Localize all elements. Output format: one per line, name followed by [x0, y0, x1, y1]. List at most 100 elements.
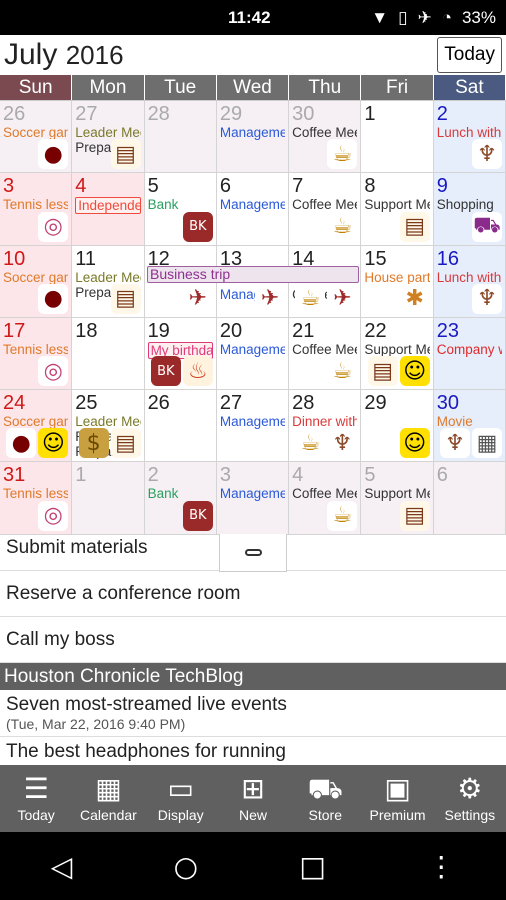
day-cell[interactable]: 27Leader MeetingPreparation▤ [72, 101, 145, 174]
day-cell[interactable]: 23 Company w [433, 317, 506, 391]
month-title[interactable]: July 2016 [4, 38, 124, 72]
day-cell[interactable]: 15House party✱ [361, 245, 434, 318]
toolbar-new-button[interactable]: ⊞ New [217, 765, 289, 832]
day-cell[interactable]: 4Coffee Meeting☕ [289, 462, 362, 535]
toolbar-today-button[interactable]: ☰ Today [0, 765, 72, 832]
day-cell[interactable]: 8Support Meeting▤ [361, 173, 434, 246]
day-cell[interactable]: 26 [144, 390, 217, 463]
day-cell[interactable]: 6Management [216, 173, 290, 246]
event-label[interactable]: Support Meeting [364, 342, 429, 357]
event-label[interactable]: Lunch with [437, 270, 502, 285]
plus-icon: ⊞ [241, 772, 265, 805]
day-cell[interactable]: 5Support Meeting▤ [361, 462, 434, 535]
day-cell[interactable]: 22Support Meeting▤☺ [361, 317, 434, 391]
day-cell[interactable]: 28 [144, 101, 217, 174]
event-label[interactable]: Coffee Meeting [292, 125, 357, 140]
event-label[interactable]: Leader Meeting [75, 125, 140, 140]
day-cell[interactable]: 11Leader MeetingPreparation▤ [72, 245, 145, 318]
day-cell[interactable]: 24Soccer game●☺ [0, 390, 73, 463]
event-label[interactable]: Support Meeting [364, 197, 429, 212]
event-label[interactable]: Management [220, 414, 285, 429]
event-label[interactable]: Management [220, 486, 285, 501]
event-label[interactable]: House party [364, 270, 429, 285]
toolbar-settings-button[interactable]: ⚙ Settings [434, 765, 506, 832]
event-label[interactable]: Bank [148, 486, 213, 501]
day-cell[interactable]: 5 Bank BK [144, 173, 217, 246]
day-cell[interactable]: 30 Movie ♆ ▦ [433, 390, 506, 463]
toolbar-display-button[interactable]: ▭ Display [145, 765, 217, 832]
home-icon[interactable]: ○ [174, 850, 198, 883]
resize-handle[interactable] [219, 534, 287, 572]
day-cell[interactable]: 29 ☺ [361, 390, 434, 463]
day-cell[interactable]: 31Tennis lesson◎ [0, 462, 73, 535]
day-cell[interactable]: 17Tennis lesson◎ [0, 317, 73, 391]
event-label[interactable]: Shopping [437, 197, 502, 212]
day-cell[interactable]: 28 Dinner with ☕ ♆ [289, 390, 362, 463]
day-cell[interactable]: 3Tennis lesson◎ [0, 173, 73, 246]
toolbar-calendar-button[interactable]: ▦ Calendar [72, 765, 144, 832]
event-label[interactable]: Dinner with [292, 414, 357, 429]
book-icon: ▤ [110, 283, 141, 314]
day-cell[interactable]: 16 Lunch with ♆ [433, 245, 506, 318]
event-label[interactable]: Company w [437, 342, 502, 357]
day-cell[interactable]: 26Soccer game● [0, 101, 73, 174]
day-cell[interactable]: 2 Lunch with ♆ [433, 101, 506, 174]
cutlery-icon: ♆ [471, 139, 502, 170]
day-number: 26 [147, 392, 170, 415]
event-icons: BK [182, 211, 213, 242]
news-item[interactable]: The best headphones for running [0, 737, 506, 768]
event-label[interactable]: Leader Meeting [75, 414, 140, 429]
day-cell[interactable]: 7Coffee Meeting☕ [289, 173, 362, 246]
day-cell[interactable]: 2 Bank BK [144, 462, 217, 535]
event-label[interactable]: Leader Meeting [75, 270, 140, 285]
event-label[interactable]: Independence Day [75, 197, 141, 215]
event-label[interactable]: Movie [437, 414, 502, 429]
day-cell[interactable]: 4Independence Day [72, 173, 145, 246]
event-label[interactable]: Management [220, 125, 285, 140]
day-cell[interactable]: 19My birthdayBK♨ [144, 317, 217, 391]
task-item[interactable]: Call my boss [0, 617, 506, 663]
event-business-trip[interactable]: Business trip [147, 266, 359, 283]
smile-icon: ☺ [399, 356, 430, 387]
event-label[interactable]: Tennis lesson [3, 486, 68, 501]
day-cell[interactable]: 20Management [216, 317, 290, 391]
event-label[interactable]: Coffee Meeting [292, 486, 357, 501]
event-label[interactable]: Tennis lesson [3, 342, 68, 357]
day-cell[interactable]: 1 [72, 462, 145, 535]
day-cell[interactable]: 9 Shopping ⛟ [433, 173, 506, 246]
day-cell[interactable]: 6 [433, 462, 506, 535]
event-label[interactable]: Soccer game [3, 125, 68, 140]
recents-icon[interactable]: □ [299, 850, 325, 883]
tennis-icon: ◎ [38, 211, 69, 242]
day-cell[interactable]: 18 [72, 317, 145, 391]
toolbar-store-button[interactable]: ⛟ Store [289, 765, 361, 832]
event-label[interactable]: Soccer game [3, 270, 68, 285]
day-number: 26 [3, 103, 26, 125]
event-label[interactable]: Management [220, 342, 285, 357]
day-cell[interactable]: 21Coffee Meeting☕ [289, 317, 362, 391]
today-button[interactable]: Today [437, 37, 502, 73]
event-label[interactable]: Management [220, 197, 285, 212]
day-cell[interactable]: 30Coffee Meeting☕ [289, 101, 362, 174]
day-cell[interactable]: 1 [361, 101, 434, 174]
day-cell[interactable]: 29Management [216, 101, 290, 174]
event-label[interactable]: Soccer game [3, 414, 68, 429]
more-icon[interactable]: ⋮ [427, 850, 455, 883]
back-icon[interactable]: ◁ [51, 850, 73, 883]
toolbar-premium-button[interactable]: ▣ Premium [361, 765, 433, 832]
event-label[interactable]: Bank [148, 197, 213, 212]
event-label[interactable]: Coffee Meeting [292, 197, 357, 212]
day-cell[interactable]: 3Management [216, 462, 290, 535]
day-cell[interactable]: 27Management [216, 390, 290, 463]
day-cell[interactable]: 25Leader MeetingPaydayPreparation$▤ [72, 390, 145, 463]
day-cell[interactable]: 10Soccer game● [0, 245, 73, 318]
coffee-icon: ☕ [327, 500, 358, 531]
event-label[interactable]: Support Meeting [364, 486, 429, 501]
event-icons: ☕ ♆ [295, 428, 358, 459]
news-item[interactable]: Seven most-streamed live events (Tue, Mar… [0, 690, 506, 737]
event-label[interactable]: Coffee Meeting [292, 342, 357, 357]
clock: 11:42 [228, 8, 271, 27]
task-item[interactable]: Reserve a conference room [0, 571, 506, 617]
event-label[interactable]: Lunch with [437, 125, 502, 140]
event-label[interactable]: Tennis lesson [3, 197, 68, 212]
